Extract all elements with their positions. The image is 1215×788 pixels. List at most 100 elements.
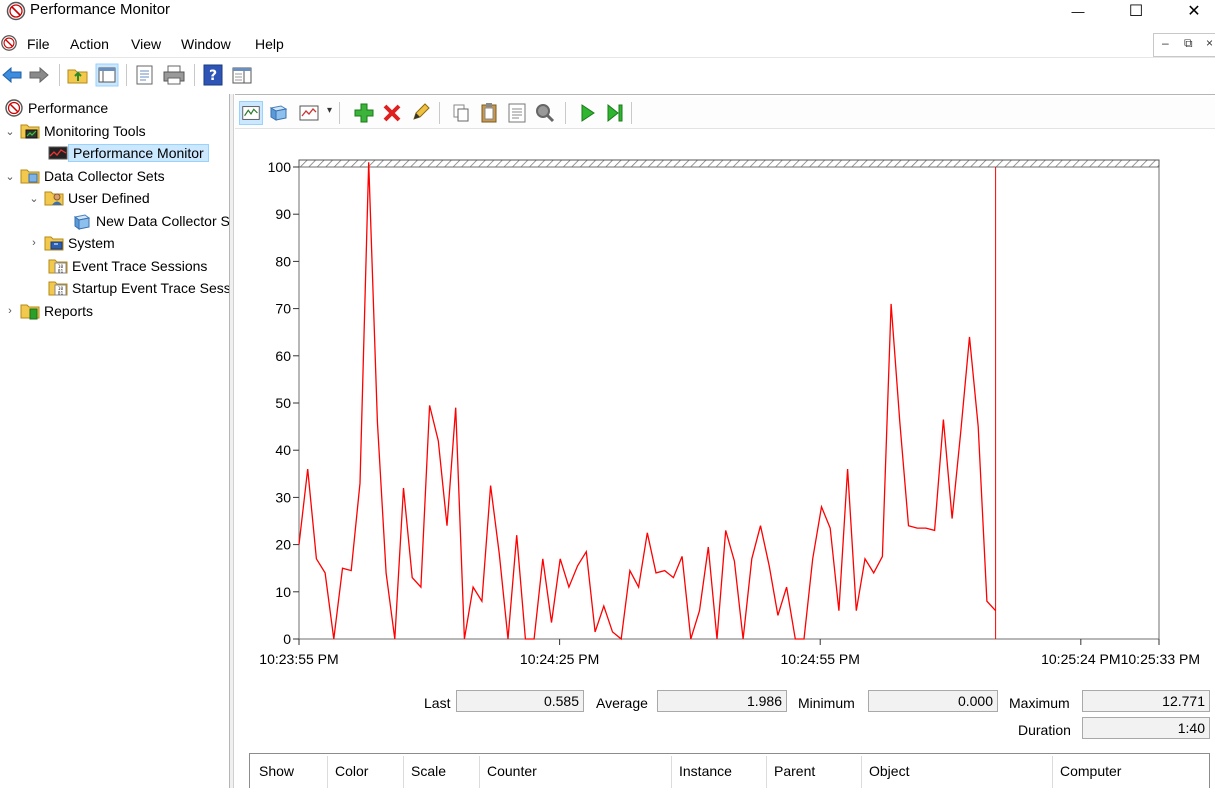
svg-text:?: ? <box>209 68 217 84</box>
column-divider[interactable] <box>861 756 862 788</box>
close-icon: ✕ <box>1187 3 1201 20</box>
toolbar-separator <box>339 102 340 124</box>
view-current-activity-icon[interactable] <box>239 101 263 125</box>
menu-window[interactable]: Window <box>181 36 231 52</box>
toolbar-separator <box>565 102 566 124</box>
tree-node-new-data-collector-set[interactable]: New Data Collector Set <box>72 210 230 232</box>
column-header-scale[interactable]: Scale <box>411 763 446 779</box>
properties-icon[interactable] <box>505 101 529 125</box>
tree-node-label: New Data Collector Set <box>96 213 230 229</box>
duration-label: Duration <box>1018 722 1071 738</box>
tree-node-reports[interactable]: › Reports <box>4 300 93 322</box>
performance-icon <box>5 99 23 117</box>
maximum-value: 12.771 <box>1082 690 1210 712</box>
user-defined-folder-icon <box>44 191 64 206</box>
change-graph-type-icon[interactable] <box>297 101 321 125</box>
minimize-button[interactable]: — <box>1049 0 1107 22</box>
tree-node-label: Monitoring Tools <box>44 123 146 139</box>
print-icon[interactable] <box>162 63 186 87</box>
delete-counter-icon[interactable] <box>380 101 404 125</box>
menu-file[interactable]: File <box>27 36 50 52</box>
tree-node-label: Performance <box>28 100 109 116</box>
toolbar-separator <box>631 102 632 124</box>
column-header-object[interactable]: Object <box>869 763 909 779</box>
tree-node-performance-monitor[interactable]: Performance Monitor <box>48 142 209 164</box>
monitoring-tools-folder-icon <box>20 124 40 139</box>
column-header-instance[interactable]: Instance <box>679 763 732 779</box>
column-header-color[interactable]: Color <box>335 763 368 779</box>
add-counter-icon[interactable] <box>352 101 376 125</box>
chevron-down-icon[interactable]: ⌄ <box>28 192 40 205</box>
chevron-right-icon[interactable]: › <box>4 305 16 317</box>
zoom-icon[interactable] <box>533 101 557 125</box>
column-divider[interactable] <box>671 756 672 788</box>
chevron-down-icon[interactable]: ⌄ <box>4 170 16 183</box>
chevron-down-icon[interactable]: ▾ <box>327 105 332 116</box>
mdi-close-button[interactable]: × <box>1206 36 1213 50</box>
tree-node-label: Data Collector Sets <box>44 168 165 184</box>
tree-node-monitoring-tools[interactable]: ⌄ Monitoring Tools <box>4 120 146 142</box>
average-value: 1.986 <box>657 690 787 712</box>
maximize-button[interactable]: ☐ <box>1107 0 1165 22</box>
chevron-down-icon[interactable]: ⌄ <box>4 125 16 138</box>
toolbar-separator <box>194 64 195 86</box>
tree-node-startup-event-trace-sessions[interactable]: 10 01 Startup Event Trace Sessions <box>48 277 229 299</box>
tree-node-label: User Defined <box>68 190 150 206</box>
tree-node-label: Event Trace Sessions <box>72 258 208 274</box>
column-divider[interactable] <box>766 756 767 788</box>
column-divider[interactable] <box>479 756 480 788</box>
maximum-label: Maximum <box>1009 695 1070 711</box>
column-header-counter[interactable]: Counter <box>487 763 537 779</box>
svg-text:01: 01 <box>58 269 64 275</box>
unfreeze-display-play-icon[interactable] <box>575 101 599 125</box>
mdi-restore-button[interactable]: ⧉ <box>1184 36 1193 51</box>
main-toolbar: ? <box>0 60 1215 90</box>
toolbar-separator <box>126 64 127 86</box>
column-header-show[interactable]: Show <box>259 763 294 779</box>
pane-splitter[interactable] <box>230 94 234 788</box>
tree-node-data-collector-sets[interactable]: ⌄ Data Collector Sets <box>4 165 165 187</box>
column-divider[interactable] <box>327 756 328 788</box>
column-divider[interactable] <box>403 756 404 788</box>
menu-view[interactable]: View <box>131 36 161 52</box>
tree-node-user-defined[interactable]: ⌄ User Defined <box>28 187 150 209</box>
chevron-right-icon[interactable]: › <box>28 237 40 249</box>
tree-node-performance[interactable]: Performance <box>4 97 108 119</box>
tree-node-label: Performance Monitor <box>68 144 209 162</box>
event-trace-sessions-icon: 10 01 <box>48 259 68 275</box>
startup-event-trace-sessions-icon: 10 01 <box>48 281 68 297</box>
column-header-computer[interactable]: Computer <box>1060 763 1121 779</box>
tree-node-label: Reports <box>44 303 94 319</box>
forward-arrow-icon[interactable] <box>27 63 51 87</box>
svg-text:01: 01 <box>58 291 64 297</box>
maximize-icon: ☐ <box>1128 3 1144 20</box>
up-folder-icon[interactable] <box>66 63 90 87</box>
menu-help[interactable]: Help <box>255 36 284 52</box>
show-hide-console-tree-icon[interactable] <box>95 63 119 87</box>
tree-node-event-trace-sessions[interactable]: 10 01 Event Trace Sessions <box>48 255 207 277</box>
help-icon[interactable]: ? <box>201 63 225 87</box>
mdi-controls: – ⧉ × <box>1153 33 1215 57</box>
data-collector-sets-folder-icon <box>20 169 40 184</box>
counter-list-table: Show Color Scale Counter Instance Parent… <box>249 753 1210 788</box>
copy-properties-icon[interactable] <box>449 101 473 125</box>
performance-monitor-pane: ▾ <box>235 94 1215 788</box>
mdi-minimize-button[interactable]: – <box>1162 36 1169 50</box>
tree-node-system[interactable]: › System <box>28 232 115 254</box>
menu-action[interactable]: Action <box>70 36 109 52</box>
back-arrow-icon[interactable] <box>0 63 24 87</box>
minimum-value: 0.000 <box>868 690 998 712</box>
system-menu-icon[interactable] <box>0 34 18 52</box>
highlight-pencil-icon[interactable] <box>408 101 432 125</box>
column-divider[interactable] <box>1052 756 1053 788</box>
average-label: Average <box>596 695 648 711</box>
export-list-icon[interactable] <box>133 63 157 87</box>
column-header-parent[interactable]: Parent <box>774 763 815 779</box>
close-button[interactable]: ✕ <box>1165 0 1215 22</box>
show-hide-action-pane-icon[interactable] <box>230 63 254 87</box>
view-log-data-icon[interactable] <box>267 101 291 125</box>
paste-counter-list-icon[interactable] <box>477 101 501 125</box>
update-data-step-icon[interactable] <box>603 101 627 125</box>
duration-value: 1:40 <box>1082 717 1210 739</box>
toolbar-separator <box>439 102 440 124</box>
